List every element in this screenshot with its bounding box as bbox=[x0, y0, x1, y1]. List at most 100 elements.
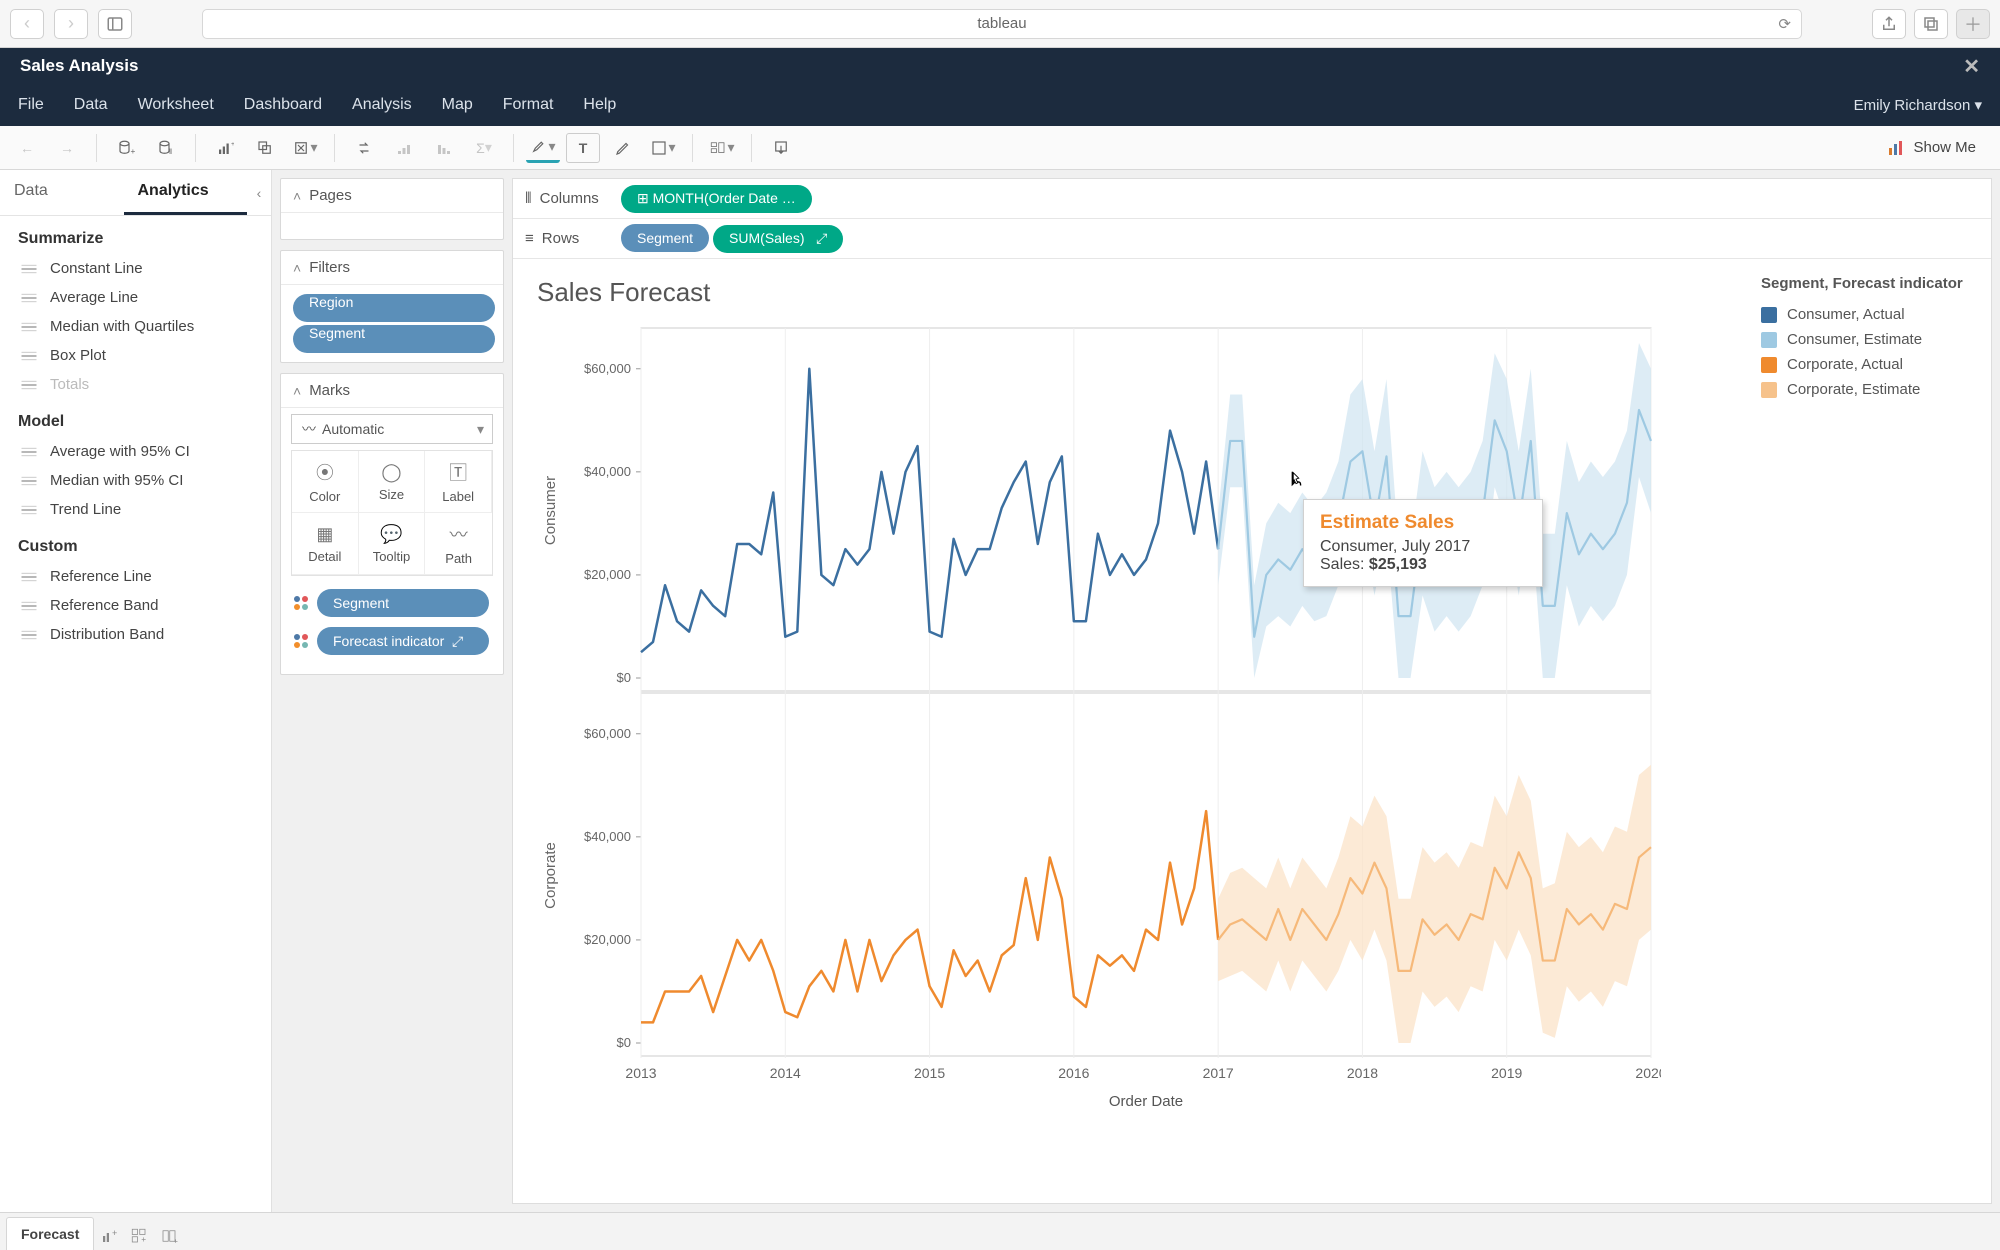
show-me-button[interactable]: Show Me bbox=[1873, 139, 1990, 157]
svg-text:Corporate: Corporate bbox=[542, 842, 559, 909]
mark-pill[interactable]: Segment bbox=[317, 589, 489, 617]
svg-text:‖: ‖ bbox=[169, 147, 172, 156]
tabs-button[interactable] bbox=[1914, 9, 1948, 39]
marks-label[interactable]: 🅃Label bbox=[425, 451, 492, 513]
tabs-icon bbox=[1922, 15, 1940, 33]
shelf-pill[interactable]: ⊞ MONTH(Order Date … bbox=[621, 185, 812, 213]
sort-asc-button[interactable] bbox=[387, 133, 421, 163]
redo-button[interactable]: → bbox=[50, 133, 84, 163]
shelf-pill[interactable]: Segment bbox=[621, 224, 709, 252]
marks-color[interactable]: ⦿Color bbox=[292, 451, 359, 513]
analytics-item[interactable]: Average with 95% CI bbox=[0, 437, 271, 466]
analytics-label: Totals bbox=[50, 376, 89, 393]
filter-pill[interactable]: Segment bbox=[293, 325, 495, 353]
legend-item[interactable]: Consumer, Actual bbox=[1761, 302, 1981, 327]
legend-item[interactable]: Corporate, Estimate bbox=[1761, 377, 1981, 402]
summarize-heading: Summarize bbox=[0, 216, 271, 254]
nav-back-button[interactable]: ‹ bbox=[10, 9, 44, 39]
text-button[interactable]: T bbox=[566, 133, 600, 163]
duplicate-icon bbox=[256, 139, 274, 157]
show-me-label: Show Me bbox=[1913, 139, 1976, 156]
analytics-item[interactable]: Reference Line bbox=[0, 562, 271, 591]
address-bar[interactable]: tableau ⟳ bbox=[202, 9, 1802, 39]
tab-data[interactable]: Data bbox=[0, 170, 124, 215]
user-menu[interactable]: Emily Richardson ▾ bbox=[1854, 96, 1982, 114]
svg-text:2015: 2015 bbox=[914, 1065, 945, 1081]
marks-size[interactable]: ◯Size bbox=[359, 451, 426, 513]
columns-icon: ⦀ bbox=[525, 190, 532, 207]
menu-map[interactable]: Map bbox=[442, 96, 473, 114]
analytics-item[interactable]: Trend Line bbox=[0, 495, 271, 524]
grid-plus-icon: + bbox=[130, 1227, 148, 1245]
legend-item[interactable]: Consumer, Estimate bbox=[1761, 327, 1981, 352]
marks-tooltip[interactable]: 💬Tooltip bbox=[359, 513, 426, 575]
svg-text:$20,000: $20,000 bbox=[584, 567, 631, 582]
marks-type-select[interactable]: 〰 Automatic bbox=[291, 414, 493, 444]
analytics-item[interactable]: Totals bbox=[0, 370, 271, 399]
download-button[interactable] bbox=[764, 133, 798, 163]
mark-pill[interactable]: Forecast indicator ⤢ bbox=[317, 627, 489, 655]
analytics-item[interactable]: Median with 95% CI bbox=[0, 466, 271, 495]
menu-dashboard[interactable]: Dashboard bbox=[244, 96, 322, 114]
nav-forward-button[interactable]: › bbox=[54, 9, 88, 39]
shelf-pill[interactable]: SUM(Sales) ⤢ bbox=[713, 225, 843, 253]
columns-shelf[interactable]: ⦀Columns ⊞ MONTH(Order Date … bbox=[513, 179, 1991, 219]
undo-button[interactable]: ← bbox=[10, 133, 44, 163]
totals-button[interactable]: Σ▾ bbox=[467, 133, 501, 163]
marks-type-value: Automatic bbox=[322, 421, 384, 437]
size-icon: ◯ bbox=[381, 462, 401, 483]
analytics-item[interactable]: Average Line bbox=[0, 283, 271, 312]
new-tab-button[interactable]: ＋ bbox=[1956, 9, 1990, 39]
analytics-item[interactable]: Median with Quartiles bbox=[0, 312, 271, 341]
menu-analysis[interactable]: Analysis bbox=[352, 96, 412, 114]
analytics-icon bbox=[20, 570, 38, 584]
highlight-button[interactable]: ▾ bbox=[526, 133, 560, 163]
collapse-sidebar-button[interactable]: ‹ bbox=[247, 170, 271, 215]
analytics-icon bbox=[20, 628, 38, 642]
duplicate-button[interactable] bbox=[248, 133, 282, 163]
analytics-item[interactable]: Box Plot bbox=[0, 341, 271, 370]
new-dashboard-button[interactable]: + bbox=[124, 1222, 154, 1250]
menu-format[interactable]: Format bbox=[503, 96, 554, 114]
tab-analytics[interactable]: Analytics bbox=[124, 170, 248, 215]
filter-pill[interactable]: Region bbox=[293, 294, 495, 322]
analytics-icon bbox=[20, 474, 38, 488]
fit-button[interactable]: ▾ bbox=[646, 133, 680, 163]
analytics-item[interactable]: Reference Band bbox=[0, 591, 271, 620]
clear-button[interactable]: ▾ bbox=[288, 133, 322, 163]
annotate-button[interactable] bbox=[606, 133, 640, 163]
rows-shelf[interactable]: ≡Rows SegmentSUM(Sales) ⤢ bbox=[513, 219, 1991, 259]
svg-text:2018: 2018 bbox=[1347, 1065, 1378, 1081]
sheet-tab-forecast[interactable]: Forecast bbox=[6, 1217, 94, 1250]
sort-desc-button[interactable] bbox=[427, 133, 461, 163]
rows-label: Rows bbox=[542, 230, 580, 247]
marks-path[interactable]: 〰Path bbox=[425, 513, 492, 575]
reload-icon[interactable]: ⟳ bbox=[1778, 15, 1791, 33]
new-sheet-button[interactable]: + bbox=[208, 133, 242, 163]
close-button[interactable]: ✕ bbox=[1963, 54, 1980, 79]
sort-desc-icon bbox=[435, 139, 453, 157]
svg-text:$60,000: $60,000 bbox=[584, 726, 631, 741]
analytics-icon bbox=[20, 503, 38, 517]
new-datasource-button[interactable]: + bbox=[109, 133, 143, 163]
legend-label: Consumer, Actual bbox=[1787, 306, 1905, 323]
share-button[interactable] bbox=[1872, 9, 1906, 39]
menu-help[interactable]: Help bbox=[583, 96, 616, 114]
analytics-item[interactable]: Distribution Band bbox=[0, 620, 271, 649]
marks-detail[interactable]: ▦Detail bbox=[292, 513, 359, 575]
menu-data[interactable]: Data bbox=[74, 96, 108, 114]
visualization[interactable]: Sales Forecast $0$20,000$40,000$60,000Co… bbox=[513, 259, 1751, 1203]
new-worksheet-button[interactable]: + bbox=[94, 1222, 124, 1250]
swap-button[interactable] bbox=[347, 133, 381, 163]
swap-icon bbox=[355, 139, 373, 157]
menu-worksheet[interactable]: Worksheet bbox=[138, 96, 214, 114]
sidebar-toggle-button[interactable] bbox=[98, 9, 132, 39]
new-story-button[interactable]: + bbox=[154, 1222, 184, 1250]
cards-button[interactable]: ▾ bbox=[705, 133, 739, 163]
detail-icon: ▦ bbox=[316, 524, 333, 545]
legend-swatch bbox=[1761, 332, 1777, 348]
menu-file[interactable]: File bbox=[18, 96, 44, 114]
analytics-item[interactable]: Constant Line bbox=[0, 254, 271, 283]
pause-updates-button[interactable]: ‖ bbox=[149, 133, 183, 163]
legend-item[interactable]: Corporate, Actual bbox=[1761, 352, 1981, 377]
